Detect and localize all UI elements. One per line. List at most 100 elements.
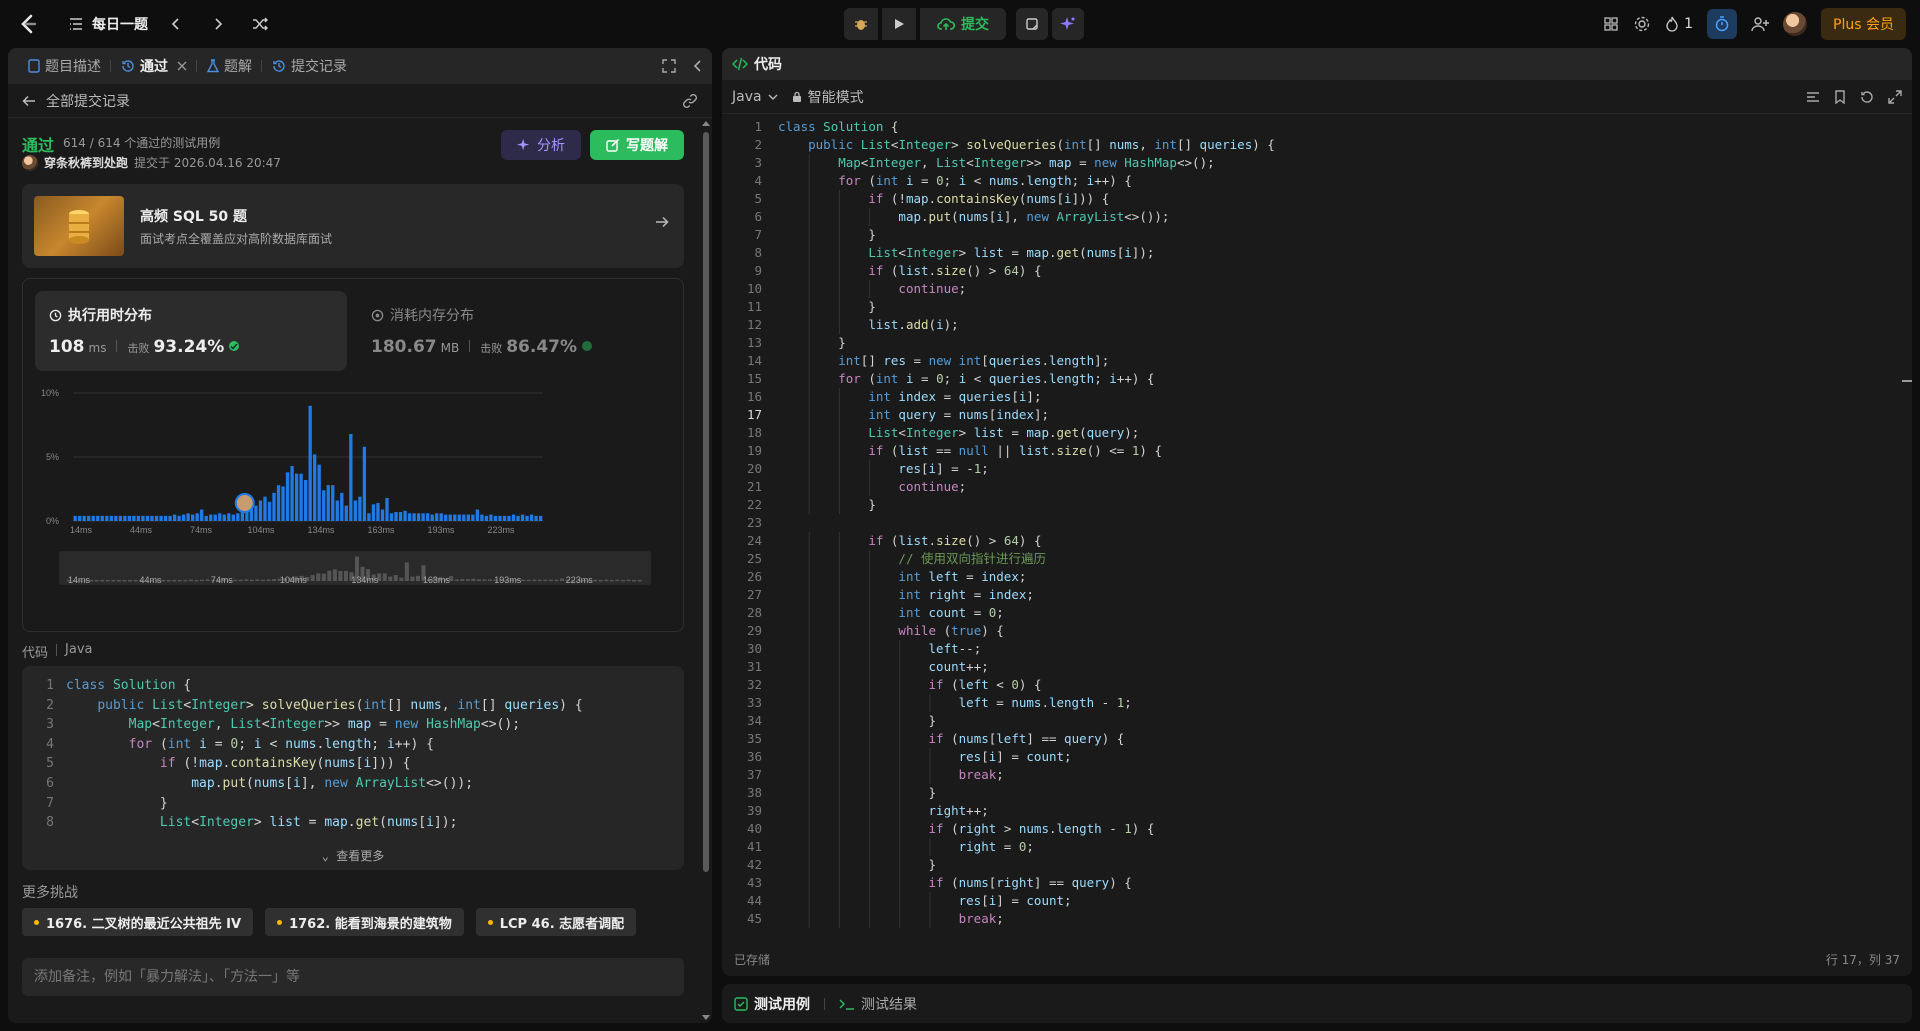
submission-detail: 通过 614 / 614 个通过的测试用例 穿条秋裤到处跑 提交于 2026.0… — [8, 118, 700, 1023]
runtime-card[interactable]: 执行用时分布 108 ms 击败 93.24% — [35, 291, 347, 371]
note-input[interactable]: 添加备注，例如「暴力解法」、「方法一」等 — [22, 958, 684, 996]
overview-bar — [482, 579, 487, 581]
runtime-value: 108 — [49, 337, 85, 357]
histogram-bar — [394, 512, 398, 521]
overview-tick-label: 163ms — [423, 575, 451, 585]
promo-card[interactable]: 高频 SQL 50 题 面试考点全覆盖应对高阶数据库面试 — [22, 184, 684, 268]
next-problem-icon[interactable] — [204, 10, 232, 38]
runtime-label: 执行用时分布 — [68, 308, 152, 324]
analyze-label: 分析 — [537, 138, 565, 154]
close-icon[interactable] — [177, 61, 187, 71]
line-number: 27 — [746, 587, 762, 602]
smart-mode-toggle[interactable]: 智能模式 — [792, 87, 864, 107]
bookmark-icon[interactable] — [1834, 89, 1846, 104]
histogram-bar — [136, 515, 141, 521]
scroll-up-icon[interactable] — [700, 118, 712, 128]
line-number: 22 — [746, 497, 762, 512]
submitter-name[interactable]: 穿条秋裤到处跑 — [44, 154, 128, 171]
format-icon[interactable] — [1806, 90, 1820, 104]
layout-grid-icon[interactable] — [1603, 16, 1619, 32]
prev-problem-icon[interactable] — [162, 10, 190, 38]
gear-icon[interactable] — [1633, 15, 1651, 33]
histogram-bar — [209, 514, 213, 521]
submit-button[interactable]: 提交 — [920, 8, 1006, 40]
streak-counter[interactable]: 1 — [1665, 16, 1693, 32]
maximize-icon[interactable] — [662, 59, 676, 73]
overview-bar — [233, 579, 238, 582]
line-number: 42 — [746, 857, 762, 872]
show-more-button[interactable]: ⌄ 查看更多 — [22, 847, 684, 864]
tab-test-cases[interactable]: 测试用例 — [734, 994, 810, 1014]
write-solution-button[interactable]: 写题解 — [590, 130, 684, 160]
back-to-submissions[interactable]: 全部提交记录 — [8, 84, 712, 118]
histogram-bar — [493, 515, 498, 521]
problem-list-button[interactable]: 每日一题 — [68, 14, 148, 34]
tab-accepted[interactable]: 通过 — [111, 48, 197, 84]
histogram-bar — [322, 490, 326, 521]
tab-test-results-label: 测试结果 — [861, 996, 917, 1013]
plus-membership-button[interactable]: Plus 会员 — [1821, 8, 1906, 40]
scrollbar-thumb[interactable] — [703, 132, 709, 872]
histogram-bar — [376, 503, 380, 521]
back-label[interactable]: 全部提交记录 — [46, 91, 130, 111]
tab-description[interactable]: 题目描述 — [18, 48, 111, 84]
link-icon[interactable] — [682, 93, 698, 109]
submitter-avatar[interactable] — [22, 154, 38, 171]
histogram-bar — [96, 515, 100, 521]
runtime-beat-label: 击败 — [127, 342, 150, 355]
x-tick-label: 44ms — [130, 525, 153, 535]
invite-user-icon[interactable] — [1751, 16, 1770, 32]
analyze-button[interactable]: 分析 — [501, 130, 581, 160]
histogram-bar — [299, 473, 303, 521]
line-number: 5 — [754, 191, 762, 206]
challenge-chip[interactable]: 1676. 二叉树的最近公共祖先 IV — [22, 908, 254, 936]
code-line: 1 class Solution { — [22, 676, 684, 696]
tab-solutions[interactable]: 题解 — [197, 48, 262, 84]
run-button[interactable] — [882, 8, 916, 40]
tab-submissions[interactable]: 提交记录 — [262, 48, 357, 84]
left-scrollbar[interactable] — [700, 118, 712, 1023]
line-number: 32 — [746, 677, 762, 692]
code-line: 2 public List<Integer> solveQueries(int[… — [22, 696, 684, 716]
notes-button[interactable] — [1016, 8, 1048, 40]
line-number: 39 — [746, 803, 762, 818]
x-tick-label: 193ms — [427, 525, 455, 535]
line-number: 30 — [746, 641, 762, 656]
line-number: 12 — [746, 317, 762, 332]
line-text: for (int i = 0; i < nums.length; i++) { — [128, 736, 434, 752]
arrow-right-icon[interactable] — [654, 214, 670, 230]
memory-percent: 86.47% — [506, 337, 578, 357]
shuffle-icon[interactable] — [246, 10, 274, 38]
overview-bar — [161, 579, 166, 582]
code-editor[interactable]: 1 class Solution {2 public List<Integer> … — [722, 118, 1912, 942]
editor-tab-label[interactable]: 代码 — [754, 54, 782, 74]
timer-icon[interactable] — [1707, 9, 1738, 39]
ai-assistant-button[interactable] — [1052, 8, 1084, 40]
overview-bar — [487, 579, 492, 581]
histogram-bar — [91, 515, 95, 521]
challenge-chip[interactable]: 1762. 能看到海景的建筑物 — [265, 908, 464, 936]
code-preview: 1 class Solution {2 public List<Integer> … — [22, 666, 684, 870]
challenge-chip[interactable]: LCP 46. 志愿者调配 — [475, 908, 637, 936]
flask-icon — [207, 59, 219, 73]
your-submission-marker — [234, 493, 255, 513]
overview-bar — [465, 579, 470, 581]
debug-button[interactable] — [844, 8, 878, 40]
collapse-panel-icon[interactable] — [692, 59, 702, 73]
memory-chip-icon — [371, 309, 384, 322]
runtime-distribution-chart[interactable]: 0% 5% 10% 14ms 44ms 74ms 104ms 134ms 163ms 193ms 2… — [23, 379, 683, 629]
reset-icon[interactable] — [1860, 90, 1874, 104]
histogram-bar — [303, 480, 308, 521]
line-number: 36 — [746, 749, 762, 764]
scroll-down-icon[interactable] — [700, 1013, 712, 1023]
memory-card[interactable]: 消耗内存分布 180.67 MB 击败 86.47% — [357, 291, 669, 371]
arrow-left-icon[interactable] — [22, 94, 36, 108]
user-avatar[interactable] — [1783, 12, 1808, 36]
fullscreen-icon[interactable] — [1888, 89, 1902, 104]
overview-tick-label: 44ms — [139, 575, 162, 585]
tab-test-results[interactable]: 测试结果 — [839, 994, 917, 1014]
overview-bar — [100, 579, 105, 582]
editor-tab-bar: 代码 — [722, 48, 1912, 80]
language-select[interactable]: Java — [732, 89, 778, 105]
leetcode-logo-icon[interactable] — [16, 12, 40, 36]
